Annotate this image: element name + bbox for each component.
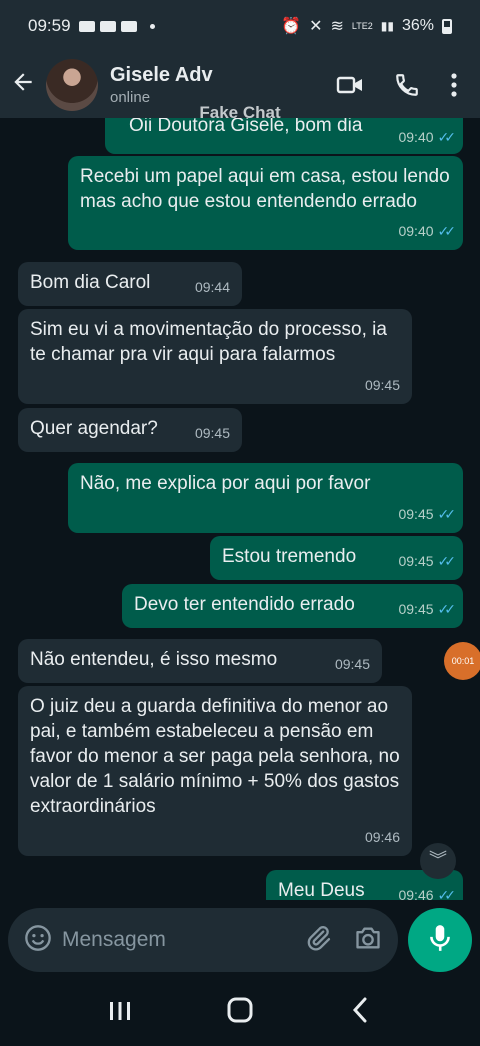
battery-icon <box>442 18 452 34</box>
signal-icon: ▮▮ <box>380 19 394 33</box>
message-time: 09:45 <box>398 553 434 569</box>
message-text: Estou tremendo <box>222 546 357 567</box>
video-notification-icon <box>78 20 95 32</box>
read-ticks-icon: ✓✓ <box>437 553 457 569</box>
message-text: Recebi um papel aqui em casa, estou lend… <box>80 166 450 212</box>
read-ticks-icon: ✓✓ <box>437 887 457 900</box>
message-text: O juiz deu a guarda definitiva do menor … <box>30 696 400 817</box>
home-icon[interactable] <box>215 997 265 1030</box>
message-meta: 09:46 ✓✓ <box>398 883 457 900</box>
message-meta: 09:40 ✓✓ <box>398 125 457 150</box>
input-actions <box>304 924 382 957</box>
message-meta: 09:45 <box>365 373 400 398</box>
more-vert-icon[interactable] <box>450 72 458 98</box>
message-text: Não, me explica por aqui por favor <box>80 473 371 494</box>
message-meta: 09:45 <box>195 421 230 446</box>
more-notifications-icon <box>149 23 155 29</box>
camera-icon[interactable] <box>354 925 382 956</box>
message-text: Sim eu vi a movimentação do processo, ia… <box>30 319 387 365</box>
message-meta: 09:45 ✓✓ <box>398 597 457 622</box>
message-meta: 09:44 <box>195 275 230 300</box>
message-bubble-outgoing[interactable]: Devo ter entendido errado 09:45 ✓✓ <box>122 584 463 628</box>
message-input-container[interactable] <box>8 908 398 972</box>
message-bubble-outgoing[interactable]: Recebi um papel aqui em casa, estou lend… <box>68 156 463 250</box>
double-chevron-down-icon: ︾ <box>429 850 447 870</box>
read-ticks-icon: ✓✓ <box>437 601 457 617</box>
watermark: Fake Chat <box>199 103 281 122</box>
message-bubble-outgoing[interactable]: Estou tremendo 09:45 ✓✓ <box>210 536 463 580</box>
message-time: 09:44 <box>194 279 230 295</box>
message-text: Quer agendar? <box>30 418 158 439</box>
message-time: 09:45 <box>194 425 230 441</box>
message-meta: 09:45 ✓✓ <box>398 549 457 574</box>
recent-apps-icon[interactable] <box>95 998 145 1029</box>
message-time: 09:45 <box>364 377 400 393</box>
status-time: 09:59 <box>28 16 71 35</box>
mute-icon: ✕ <box>309 18 323 35</box>
message-bubble-incoming[interactable]: Bom dia Carol 09:44 <box>18 262 242 306</box>
message-text: Meu Deus <box>278 880 365 900</box>
message-bubble-outgoing[interactable]: Não, me explica por aqui por favor 09:45… <box>68 463 463 533</box>
contact-info[interactable]: Gisele Adv online <box>110 64 213 106</box>
network-type: LTE2 <box>351 21 373 31</box>
message-meta: 09:45 <box>335 652 370 677</box>
message-bubble-incoming[interactable]: Não entendeu, é isso mesmo 09:45 <box>18 639 382 683</box>
message-input[interactable] <box>62 928 282 952</box>
message-bubble-incoming[interactable]: Sim eu vi a movimentação do processo, ia… <box>18 309 412 404</box>
input-bar <box>0 900 480 980</box>
system-nav-bar <box>0 980 480 1046</box>
mail-notification-icon <box>120 20 137 32</box>
message-meta: 09:45 ✓✓ <box>398 502 457 527</box>
status-right: ⏰ ✕ ≋ LTE2 ▮▮ 36% <box>281 16 452 36</box>
message-time: 09:46 <box>398 887 434 900</box>
message-time: 09:45 <box>334 656 370 672</box>
message-time: 09:45 <box>398 601 434 617</box>
message-meta: 09:40 ✓✓ <box>398 219 457 244</box>
message-text: Não entendeu, é isso mesmo <box>30 649 278 670</box>
message-time: 09:40 <box>398 129 434 145</box>
mic-button[interactable] <box>408 908 472 972</box>
message-bubble-outgoing[interactable]: Oii Doutora Gisele, bom dia 09:40 ✓✓ <box>105 118 463 154</box>
emoji-icon[interactable] <box>24 924 52 957</box>
read-ticks-icon: ✓✓ <box>437 129 457 145</box>
wifi-icon: ≋ <box>330 18 344 35</box>
attach-icon[interactable] <box>304 924 332 957</box>
notification-icons <box>78 20 155 32</box>
read-ticks-icon: ✓✓ <box>437 223 457 239</box>
message-bubble-incoming[interactable]: Quer agendar? 09:45 <box>18 408 242 452</box>
message-text: Bom dia Carol <box>30 272 151 293</box>
chat-area[interactable]: Oii Doutora Gisele, bom dia 09:40 ✓✓ Rece… <box>0 118 480 900</box>
recording-badge: 00:01 <box>444 642 480 680</box>
message-time: 09:40 <box>398 223 434 239</box>
scroll-down-button[interactable]: ︾ <box>420 843 456 879</box>
status-bar: 09:59 ⏰ ✕ ≋ LTE2 ▮▮ 36% <box>0 0 480 52</box>
header-actions <box>336 72 480 98</box>
read-ticks-icon: ✓✓ <box>437 506 457 522</box>
message-bubble-incoming[interactable]: O juiz deu a guarda definitiva do menor … <box>18 686 412 856</box>
message-text: Devo ter entendido errado <box>134 594 355 615</box>
contact-name[interactable]: Gisele Adv <box>110 64 213 87</box>
message-meta: 09:46 <box>365 825 400 850</box>
video-call-icon[interactable] <box>336 73 364 97</box>
back-arrow-icon[interactable] <box>0 69 46 102</box>
message-time: 09:45 <box>398 506 434 522</box>
alarm-icon: ⏰ <box>281 18 302 35</box>
phone-icon[interactable] <box>394 72 420 98</box>
mic-icon <box>427 923 453 958</box>
battery-percent: 36% <box>401 17 434 34</box>
back-nav-icon[interactable] <box>335 997 385 1030</box>
message-notification-icon <box>99 20 116 32</box>
message-time: 09:46 <box>364 829 400 845</box>
